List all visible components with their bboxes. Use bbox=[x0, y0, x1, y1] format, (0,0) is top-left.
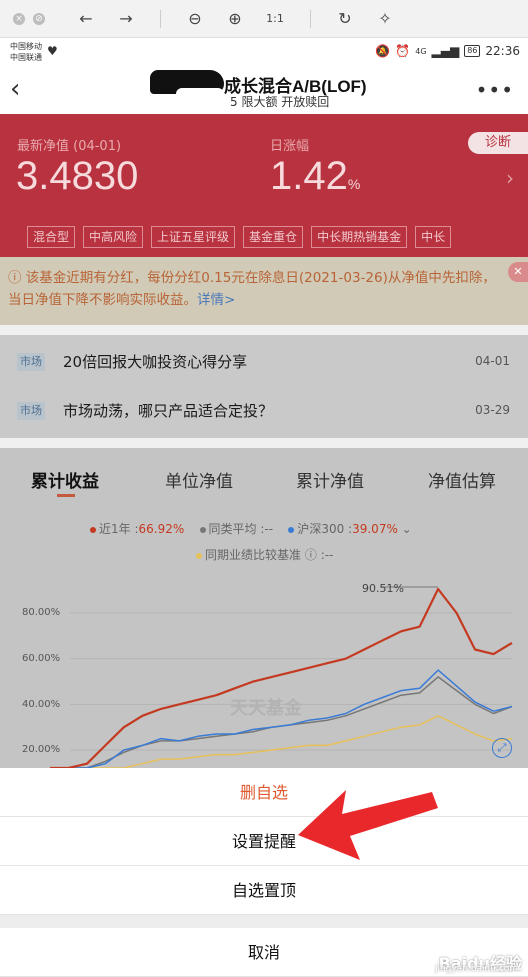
notice-text-wrap: ⓘ 该基金近期有分红，每份分红0.15元在除息日(2021-03-26)从净值中… bbox=[8, 267, 508, 311]
notice-details-link[interactable]: 详情> bbox=[197, 292, 235, 308]
actual-size-icon[interactable]: 1:1 bbox=[264, 8, 286, 30]
series-line-0 bbox=[50, 587, 513, 768]
magic-wand-icon[interactable]: ✧ bbox=[374, 8, 396, 30]
series-line-3 bbox=[50, 715, 513, 768]
legend-benchmark[interactable]: 同期业绩比较基准 ⓘ :-- bbox=[196, 546, 333, 563]
legend-dot bbox=[199, 526, 206, 533]
alarm-icon: ⏰ bbox=[395, 44, 411, 58]
carrier-label: 中国移动 中国联通 bbox=[10, 41, 42, 63]
carrier-secondary: 中国联通 bbox=[10, 53, 42, 62]
dividend-notice: ⓘ 该基金近期有分红，每份分红0.15元在除息日(2021-03-26)从净值中… bbox=[0, 257, 528, 325]
wifi-icon: ▂▄▆ bbox=[431, 44, 460, 58]
chart-watermark: 天天基金 bbox=[230, 698, 302, 719]
page-header: ‹ 成长混合A/B(LOF) 5 限大额 开放赎回 ••• bbox=[0, 66, 528, 114]
legend-index-label: 沪深300 : bbox=[297, 522, 353, 536]
legend-index-value: 39.07% bbox=[352, 522, 398, 536]
news-date: 03-29 bbox=[475, 403, 510, 417]
fund-tag[interactable]: 中长 bbox=[415, 226, 452, 248]
close-icon[interactable]: × bbox=[13, 12, 25, 25]
signal-label: 4G bbox=[415, 46, 427, 56]
chevron-down-icon: ⌄ bbox=[397, 522, 412, 536]
fund-tag[interactable]: 上证五星评级 bbox=[151, 226, 236, 248]
fund-tag[interactable]: 中长期热销基金 bbox=[311, 226, 408, 248]
nav-panel[interactable]: 最新净值 (04-01) 3.4830 日涨幅 1.42% 诊断 › 混合型 中… bbox=[0, 114, 528, 257]
zoom-out-icon[interactable]: ⊖ bbox=[184, 8, 206, 30]
news-title: 20倍回报大咖投资心得分享 bbox=[63, 353, 248, 371]
page-subtitle: 5 限大额 开放赎回 bbox=[230, 95, 330, 109]
chevron-right-icon[interactable]: › bbox=[506, 166, 514, 190]
fund-tag[interactable]: 中高风险 bbox=[83, 226, 144, 248]
pin-favorite-button[interactable]: 自选置顶 bbox=[0, 866, 528, 915]
tab-unit-nav[interactable]: 单位净值 bbox=[165, 467, 233, 492]
legend-peer[interactable]: 同类平均 :-- bbox=[199, 522, 274, 536]
expand-icon[interactable]: ⤢ bbox=[492, 738, 512, 758]
news-tag: 市场 bbox=[17, 402, 45, 420]
more-icon[interactable]: ••• bbox=[476, 78, 514, 102]
change-label: 日涨幅 bbox=[270, 139, 310, 154]
carrier-primary: 中国移动 bbox=[10, 42, 42, 51]
nav-value: 3.4830 bbox=[16, 154, 139, 198]
fund-tag[interactable]: 混合型 bbox=[27, 226, 76, 248]
toolbar-divider bbox=[160, 10, 161, 28]
info-icon: ⓘ bbox=[8, 270, 26, 286]
change-value: 1.42 bbox=[270, 154, 348, 198]
status-icons: 🔕 ⏰ 4G ▂▄▆ 86 22:36 bbox=[375, 44, 520, 58]
annotation-arrow-icon bbox=[298, 790, 438, 860]
stop-icon[interactable]: ⊘ bbox=[33, 12, 45, 25]
battery-icon: 86 bbox=[464, 45, 481, 57]
performance-chart[interactable] bbox=[0, 568, 528, 768]
chart-legend: 近1年 :66.92% 同类平均 :-- 沪深300 :39.07% ⌄ bbox=[90, 520, 412, 537]
news-date: 04-01 bbox=[475, 354, 510, 368]
nav-label: 最新净值 (04-01) bbox=[17, 139, 122, 154]
legend-index[interactable]: 沪深300 :39.07% ⌄ bbox=[288, 522, 412, 536]
legend-dot bbox=[196, 552, 202, 559]
news-list: 市场 20倍回报大咖投资心得分享 04-01 市场 市场动荡，哪只产品适合定投？… bbox=[0, 335, 528, 438]
list-item[interactable]: 市场 市场动荡，哪只产品适合定投？ 03-29 bbox=[0, 389, 528, 437]
legend-benchmark-label: 同期业绩比较基准 bbox=[205, 548, 302, 562]
forward-arrow-icon[interactable]: → bbox=[115, 8, 137, 30]
status-bar: 中国移动 中国联通 ♥ 🔕 ⏰ 4G ▂▄▆ 86 22:36 bbox=[0, 38, 528, 66]
performance-chart-card: 累计收益 单位净值 累计净值 净值估算 近1年 :66.92% 同类平均 :--… bbox=[0, 448, 528, 768]
legend-peer-label: 同类平均 : bbox=[208, 522, 265, 536]
fund-tag[interactable]: 基金重仓 bbox=[243, 226, 304, 248]
legend-peer-value: -- bbox=[264, 522, 274, 536]
rotate-icon[interactable]: ↻ bbox=[334, 8, 356, 30]
redaction-mark bbox=[176, 88, 224, 108]
zoom-in-icon[interactable]: ⊕ bbox=[224, 8, 246, 30]
notice-text: 该基金近期有分红，每份分红0.15元在除息日(2021-03-26)从净值中先扣… bbox=[8, 270, 496, 308]
baidu-watermark-url: jingyan.baidu.com bbox=[434, 964, 518, 974]
back-arrow-icon[interactable]: ← bbox=[75, 8, 97, 30]
news-tag: 市场 bbox=[17, 353, 45, 371]
tab-cumulative-nav[interactable]: 累计净值 bbox=[296, 467, 364, 492]
browser-toolbar: × ⊘ ← → ⊖ ⊕ 1:1 ↻ ✧ bbox=[0, 0, 528, 38]
change-unit: % bbox=[347, 176, 361, 192]
legend-fund-value: 66.92% bbox=[138, 522, 185, 536]
clock: 22:36 bbox=[485, 44, 520, 58]
tab-nav-estimate[interactable]: 净值估算 bbox=[428, 467, 496, 492]
back-icon[interactable]: ‹ bbox=[10, 76, 38, 104]
active-tab-indicator bbox=[57, 494, 75, 497]
peak-value-label: 90.51% bbox=[362, 582, 404, 595]
mute-icon: 🔕 bbox=[375, 44, 391, 58]
legend-benchmark-value: :-- bbox=[320, 548, 334, 562]
change-value-wrap: 1.42% bbox=[270, 154, 360, 199]
legend-dot bbox=[90, 526, 96, 533]
tab-cumulative-return[interactable]: 累计收益 bbox=[31, 467, 99, 492]
list-item[interactable]: 市场 20倍回报大咖投资心得分享 04-01 bbox=[0, 340, 528, 388]
news-title: 市场动荡，哪只产品适合定投？ bbox=[63, 402, 274, 420]
legend-dot bbox=[288, 526, 295, 533]
legend-fund-label: 近1年 : bbox=[99, 522, 139, 536]
heart-icon: ♥ bbox=[47, 44, 58, 58]
legend-fund[interactable]: 近1年 :66.92% bbox=[90, 522, 184, 536]
close-icon[interactable]: ✕ bbox=[508, 262, 528, 282]
help-icon[interactable]: ⓘ bbox=[305, 548, 317, 562]
diagnose-button[interactable]: 诊断 bbox=[468, 132, 528, 154]
fund-tags: 混合型 中高风险 上证五星评级 基金重仓 中长期热销基金 中长 bbox=[27, 226, 528, 248]
toolbar-divider bbox=[310, 10, 311, 28]
